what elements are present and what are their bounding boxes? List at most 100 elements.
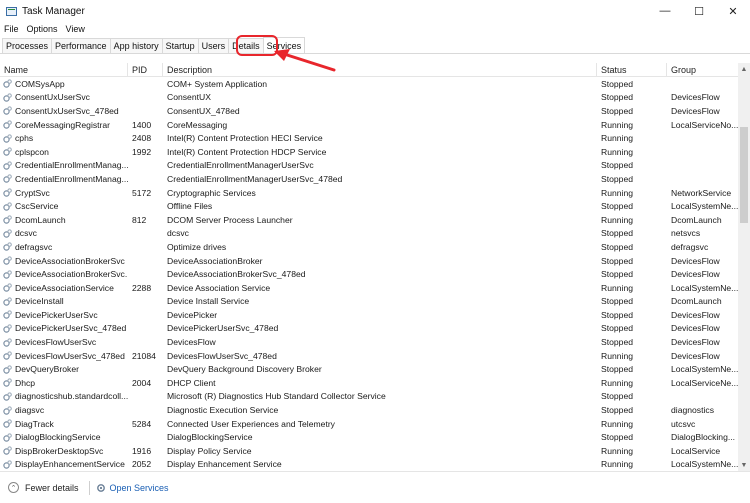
table-row[interactable]: dcsvc dcsvc Stopped netsvcs — [0, 227, 738, 241]
scroll-down-icon[interactable]: ▼ — [738, 459, 750, 471]
table-row[interactable]: ConsentUxUserSvc ConsentUX Stopped DevicesF… — [0, 91, 738, 105]
service-name-text: diagnosticshub.standardcoll... — [15, 391, 128, 402]
table-row[interactable]: DevicePickerUserSvc DevicePicker Stopped De… — [0, 308, 738, 322]
service-group-cell: diagnostics — [671, 405, 714, 416]
service-name-text: DcomLaunch — [15, 214, 66, 225]
service-status-cell: Stopped — [601, 323, 634, 334]
table-row[interactable]: diagsvc Diagnostic Execution Service Stopp… — [0, 403, 738, 417]
table-row[interactable]: DisplayEnhancementService 2052 Display Enh… — [0, 458, 738, 471]
service-name-cell: DevicePickerUserSvc — [0, 310, 128, 320]
vertical-scrollbar[interactable]: ▲ ▼ — [738, 63, 750, 471]
tab-performance[interactable]: Performance — [51, 38, 111, 53]
table-row[interactable]: DcomLaunch 812 DCOM Server Process Launche… — [0, 213, 738, 227]
table-row[interactable]: DeviceInstall Device Install Service Stopp… — [0, 295, 738, 309]
service-name-cell: diagsvc — [0, 405, 128, 415]
service-group-cell: DcomLaunch — [671, 214, 722, 225]
fewer-details-label: Fewer details — [25, 482, 79, 493]
table-row[interactable]: DeviceAssociationService 2288 Device Assoc… — [0, 281, 738, 295]
table-row[interactable]: DispBrokerDesktopSvc 1916 Display Policy S… — [0, 444, 738, 458]
service-status-cell: Running — [601, 459, 634, 470]
menu-view[interactable]: View — [62, 24, 89, 34]
minimize-button[interactable]: — — [648, 0, 682, 22]
service-gear-icon — [3, 134, 12, 143]
open-services-link[interactable]: Open Services — [96, 483, 169, 493]
service-name-cell: DevicesFlowUserSvc_478ed — [0, 351, 128, 361]
service-gear-icon — [3, 351, 12, 360]
service-pid-cell: 2052 — [132, 459, 152, 470]
table-row[interactable]: COMSysApp COM+ System Application Stopped — [0, 77, 738, 91]
service-group-cell: LocalServiceNo... — [671, 119, 738, 130]
service-status-cell: Stopped — [601, 364, 634, 375]
service-gear-icon — [3, 324, 12, 333]
footer-divider — [88, 480, 90, 495]
service-status-cell: Stopped — [601, 228, 634, 239]
table-row[interactable]: Dhcp 2004 DHCP Client Running LocalServiceNe… — [0, 376, 738, 390]
service-status-cell: Stopped — [601, 255, 634, 266]
service-status-cell: Stopped — [601, 173, 634, 184]
service-status-cell: Stopped — [601, 405, 634, 416]
service-status-cell: Stopped — [601, 201, 634, 212]
menu-file[interactable]: File — [0, 24, 23, 34]
service-status-cell: Stopped — [601, 92, 634, 103]
close-button[interactable]: ✕ — [716, 0, 750, 22]
menu-options[interactable]: Options — [23, 24, 62, 34]
service-status-cell: Stopped — [601, 296, 634, 307]
table-row[interactable]: DeviceAssociationBrokerSvc... DeviceAssoc… — [0, 267, 738, 281]
table-row[interactable]: CscService Offline Files Stopped LocalSyste… — [0, 199, 738, 213]
tab-processes[interactable]: Processes — [2, 38, 53, 53]
table-row[interactable]: CoreMessagingRegistrar 1400 CoreMessaging R… — [0, 118, 738, 132]
tab-users[interactable]: Users — [197, 38, 230, 53]
table-row[interactable]: DialogBlockingService DialogBlockingServi… — [0, 430, 738, 444]
maximize-button[interactable]: ☐ — [682, 0, 716, 22]
service-group-cell: LocalService — [671, 445, 721, 456]
service-description-cell: DevQuery Background Discovery Broker — [167, 364, 322, 375]
table-row[interactable]: CredentialEnrollmentManag... CredentialEn… — [0, 172, 738, 186]
column-group[interactable]: Group — [667, 63, 738, 77]
table-row[interactable]: ConsentUxUserSvc_478ed ConsentUX_478ed Sto… — [0, 104, 738, 118]
table-row[interactable]: defragsvc Optimize drives Stopped defragsvc — [0, 240, 738, 254]
service-status-cell: Stopped — [601, 241, 634, 252]
tab-app-history[interactable]: App history — [109, 38, 163, 53]
service-status-cell: Running — [601, 214, 634, 225]
table-row[interactable]: DevQueryBroker DevQuery Background Discov… — [0, 362, 738, 376]
tab-startup[interactable]: Startup — [161, 38, 199, 53]
service-gear-icon — [3, 337, 12, 347]
table-row[interactable]: DiagTrack 5284 Connected User Experiences … — [0, 417, 738, 431]
service-name-cell: DevicesFlowUserSvc — [0, 337, 128, 347]
table-row[interactable]: DevicesFlowUserSvc_478ed 21084 DevicesFlow… — [0, 349, 738, 363]
column-name[interactable]: Name — [0, 63, 128, 77]
table-row[interactable]: DeviceAssociationBrokerSvc DeviceAssociat… — [0, 254, 738, 268]
scroll-thumb[interactable] — [740, 127, 748, 223]
service-group-cell: LocalSystemNe... — [671, 282, 738, 293]
table-row[interactable]: DevicesFlowUserSvc DevicesFlow Stopped Devi… — [0, 335, 738, 349]
service-name-cell: DcomLaunch — [0, 215, 128, 225]
service-gear-icon — [3, 365, 12, 374]
table-row[interactable]: CryptSvc 5172 Cryptographic Services Runnin… — [0, 186, 738, 200]
scroll-up-icon[interactable]: ▲ — [738, 63, 750, 75]
table-row[interactable]: CredentialEnrollmentManag... CredentialEn… — [0, 159, 738, 173]
column-status[interactable]: Status — [597, 63, 667, 77]
service-description-cell: DevicesFlow — [167, 337, 216, 348]
table-row[interactable]: cphs 2408 Intel(R) Content Protection HECI… — [0, 131, 738, 145]
service-name-text: DevQueryBroker — [15, 364, 79, 375]
service-description-cell: Device Association Service — [167, 282, 271, 293]
service-description-cell: COM+ System Application — [167, 78, 268, 89]
service-status-cell: Running — [601, 133, 634, 144]
fewer-details-button[interactable]: ⌃ Fewer details — [8, 482, 79, 493]
table-row[interactable]: diagnosticshub.standardcoll... Microsoft … — [0, 390, 738, 404]
service-status-cell: Running — [601, 119, 634, 130]
column-description[interactable]: Description — [163, 63, 597, 77]
service-name-cell: ConsentUxUserSvc_478ed — [0, 106, 128, 116]
service-pid-cell: 1916 — [132, 445, 152, 456]
table-row[interactable]: DevicePickerUserSvc_478ed DevicePickerUse… — [0, 322, 738, 336]
service-name-text: ConsentUxUserSvc — [15, 92, 90, 103]
service-name-text: defragsvc — [15, 241, 53, 252]
service-gear-icon — [3, 270, 12, 279]
table-row[interactable]: cplspcon 1992 Intel(R) Content Protection … — [0, 145, 738, 159]
service-group-cell: DcomLaunch — [671, 296, 722, 307]
service-description-cell: dcsvc — [167, 228, 189, 239]
column-pid[interactable]: PID — [128, 63, 163, 77]
service-status-cell: Stopped — [601, 432, 634, 443]
task-manager-icon — [6, 6, 17, 16]
service-name-text: DialogBlockingService — [15, 432, 101, 443]
